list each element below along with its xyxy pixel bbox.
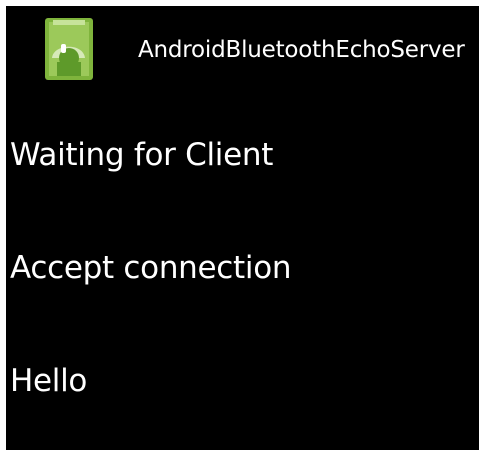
app-title: AndroidBluetoothEchoServer — [138, 37, 465, 63]
android-app-icon-graphic — [45, 18, 93, 80]
app-screen: AndroidBluetoothEchoServer Waiting for C… — [6, 6, 479, 450]
received-message: Hello — [10, 363, 88, 399]
title-bar: AndroidBluetoothEchoServer — [6, 6, 479, 98]
android-app-icon — [43, 16, 95, 82]
status-message-waiting: Waiting for Client — [10, 137, 274, 173]
status-message-accept: Accept connection — [10, 250, 292, 286]
